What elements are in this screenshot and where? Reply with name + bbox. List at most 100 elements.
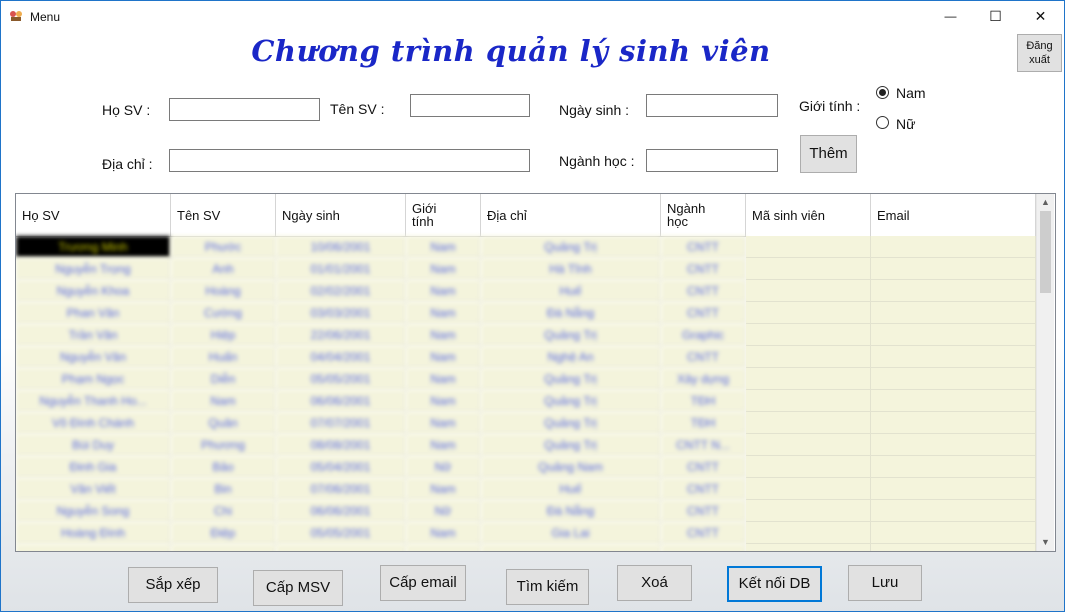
table-row[interactable]: [16, 544, 1036, 551]
table-cell[interactable]: Diễn: [171, 368, 276, 390]
table-row[interactable]: Nguyễn Khoa Hoàng 02/02/2001 Nam Huế CNTT: [16, 280, 1036, 302]
table-cell[interactable]: Bảo: [171, 456, 276, 478]
table-cell[interactable]: Nam: [406, 346, 481, 368]
table-cell[interactable]: CNTT: [661, 236, 746, 258]
table-cell[interactable]: Quảng Trị: [481, 236, 661, 258]
save-button[interactable]: Lưu: [848, 565, 922, 601]
table-cell[interactable]: Bùi Duy: [16, 434, 171, 456]
table-row[interactable]: Nguyễn Trọng Anh 01/01/2001 Nam Hà Tĩnh CNTT: [16, 258, 1036, 280]
table-cell[interactable]: Nam: [406, 390, 481, 412]
table-cell[interactable]: Quảng Trị: [481, 434, 661, 456]
column-header[interactable]: Ngành học: [661, 194, 746, 236]
table-cell[interactable]: Nguyễn Văn: [16, 346, 171, 368]
table-cell[interactable]: [746, 500, 871, 522]
table-cell[interactable]: Nam: [406, 522, 481, 544]
table-cell[interactable]: Huấn: [171, 346, 276, 368]
table-cell[interactable]: CNTT: [661, 346, 746, 368]
column-header[interactable]: Mã sinh viên: [746, 194, 871, 236]
table-cell[interactable]: CNTT: [661, 478, 746, 500]
table-cell[interactable]: [746, 544, 871, 551]
table-cell[interactable]: [746, 368, 871, 390]
column-header[interactable]: Họ SV: [16, 194, 171, 236]
table-cell[interactable]: [871, 390, 1036, 412]
table-cell[interactable]: Đinh Gia: [16, 456, 171, 478]
table-cell[interactable]: Đà Nẵng: [481, 302, 661, 324]
table-cell[interactable]: Nguyễn Song: [16, 500, 171, 522]
table-cell[interactable]: [871, 324, 1036, 346]
table-cell[interactable]: 06/06/2001: [276, 500, 406, 522]
table-cell[interactable]: 06/06/2001: [276, 390, 406, 412]
sort-button[interactable]: Sắp xếp: [128, 567, 218, 603]
table-cell[interactable]: CNTT: [661, 302, 746, 324]
table-cell[interactable]: TĐH: [661, 390, 746, 412]
table-cell[interactable]: Phạm Ngọc: [16, 368, 171, 390]
table-cell[interactable]: [746, 302, 871, 324]
table-cell[interactable]: Chi: [171, 500, 276, 522]
table-cell[interactable]: [746, 258, 871, 280]
table-cell[interactable]: [406, 544, 481, 551]
table-cell[interactable]: 05/05/2001: [276, 522, 406, 544]
table-cell[interactable]: Anh: [171, 258, 276, 280]
table-cell[interactable]: Quảng Nam: [481, 456, 661, 478]
table-cell[interactable]: [746, 280, 871, 302]
table-cell[interactable]: Nam: [406, 412, 481, 434]
table-cell[interactable]: TĐH: [661, 412, 746, 434]
table-cell[interactable]: [871, 346, 1036, 368]
radio-nam-label[interactable]: Nam: [896, 85, 926, 101]
table-row[interactable]: Trần Văn Hiệp 22/06/2001 Nam Quảng Trị Graphi…: [16, 324, 1036, 346]
table-cell[interactable]: Nữ: [406, 456, 481, 478]
table-row[interactable]: Đinh Gia Bảo 05/04/2001 Nữ Quảng Nam CNTT: [16, 456, 1036, 478]
dia-chi-input[interactable]: [169, 149, 530, 172]
table-cell[interactable]: [746, 346, 871, 368]
column-header[interactable]: Email: [871, 194, 1036, 236]
table-row[interactable]: Bùi Duy Phương 08/08/2001 Nam Quảng Trị CNTT …: [16, 434, 1036, 456]
scroll-thumb[interactable]: [1040, 211, 1051, 293]
column-header[interactable]: Ngày sinh: [276, 194, 406, 236]
table-cell[interactable]: Nam: [171, 390, 276, 412]
minimize-button[interactable]: —: [928, 1, 973, 32]
assign-email-button[interactable]: Cấp email: [380, 565, 466, 601]
scroll-down-icon[interactable]: ▼: [1037, 534, 1054, 550]
table-cell[interactable]: 08/08/2001: [276, 434, 406, 456]
table-cell[interactable]: Nữ: [406, 500, 481, 522]
table-cell[interactable]: 05/05/2001: [276, 368, 406, 390]
table-cell[interactable]: Nguyễn Thanh Ho...: [16, 390, 171, 412]
ho-sv-input[interactable]: [169, 98, 320, 121]
table-cell[interactable]: 04/04/2001: [276, 346, 406, 368]
table-row[interactable]: Văn Viết Bin 07/06/2001 Nam Huế CNTT: [16, 478, 1036, 500]
table-cell[interactable]: Huế: [481, 280, 661, 302]
table-cell[interactable]: [871, 368, 1036, 390]
table-cell[interactable]: Quảng Trị: [481, 368, 661, 390]
table-cell[interactable]: [871, 478, 1036, 500]
table-cell[interactable]: Graphic: [661, 324, 746, 346]
table-cell[interactable]: Nguyễn Khoa: [16, 280, 171, 302]
table-row[interactable]: Nguyễn Song Chi 06/06/2001 Nữ Đà Nẵng CNTT: [16, 500, 1036, 522]
table-cell[interactable]: Quân: [171, 412, 276, 434]
table-cell[interactable]: Trần Văn: [16, 324, 171, 346]
table-cell[interactable]: [871, 456, 1036, 478]
table-cell[interactable]: Nam: [406, 258, 481, 280]
assign-msv-button[interactable]: Cấp MSV: [253, 570, 343, 606]
table-cell[interactable]: [871, 280, 1036, 302]
table-cell[interactable]: CNTT: [661, 522, 746, 544]
table-cell[interactable]: Hà Tĩnh: [481, 258, 661, 280]
scroll-up-icon[interactable]: ▲: [1037, 194, 1054, 210]
ngay-sinh-input[interactable]: [646, 94, 778, 117]
logout-button[interactable]: Đăng xuất: [1017, 34, 1062, 72]
table-cell[interactable]: Hiệp: [171, 324, 276, 346]
table-cell[interactable]: [746, 434, 871, 456]
table-cell[interactable]: [746, 324, 871, 346]
table-cell[interactable]: Cường: [171, 302, 276, 324]
table-cell[interactable]: CNTT: [661, 258, 746, 280]
table-cell[interactable]: Hoàng: [171, 280, 276, 302]
table-cell[interactable]: Phan Văn: [16, 302, 171, 324]
table-cell[interactable]: Văn Viết: [16, 478, 171, 500]
table-cell[interactable]: 02/02/2001: [276, 280, 406, 302]
column-header[interactable]: Giới tính: [406, 194, 481, 236]
table-cell[interactable]: Điệp: [171, 522, 276, 544]
vertical-scrollbar[interactable]: ▲ ▼: [1036, 194, 1054, 551]
table-cell[interactable]: Phước: [171, 236, 276, 258]
table-cell[interactable]: Trương Minh: [16, 236, 171, 258]
table-cell[interactable]: [481, 544, 661, 551]
table-row[interactable]: Nguyễn Văn Huấn 04/04/2001 Nam Nghệ An CNTT: [16, 346, 1036, 368]
